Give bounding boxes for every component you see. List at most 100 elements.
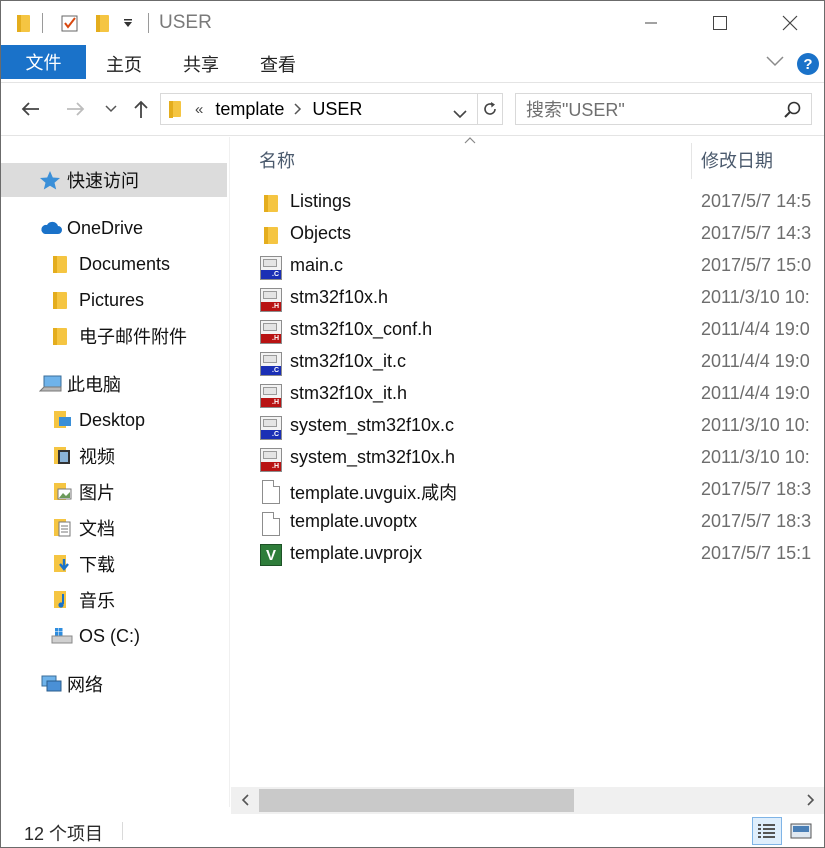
tab-home[interactable]: 主页 — [106, 45, 142, 83]
file-name: Listings — [290, 191, 352, 211]
file-row[interactable]: .C stm32f10x_it.c 2011/4/4 19:0 — [231, 347, 824, 379]
search-input[interactable]: 搜索"USER" — [526, 96, 625, 122]
search-box[interactable]: 搜索"USER" — [515, 93, 812, 125]
explorer-window: USER 文件 主页 共享 查看 ? « template USER 搜索"US… — [0, 0, 825, 848]
window-title: USER — [159, 12, 212, 33]
sidebar-item-label: OS (C:) — [79, 625, 140, 646]
downloads-folder-icon — [54, 555, 69, 572]
up-button[interactable] — [129, 96, 153, 122]
details-view-icon — [758, 824, 775, 838]
customize-quick-access-icon[interactable] — [119, 11, 137, 35]
file-date: 2017/5/7 18:3 — [701, 511, 812, 531]
item-count: 12 个项目 — [24, 824, 104, 844]
details-view-button[interactable] — [752, 817, 782, 845]
sidebar-item-label: Desktop — [79, 409, 146, 430]
column-header-date[interactable]: 修改日期 — [701, 147, 773, 173]
h-file-icon: .H — [260, 384, 282, 408]
sidebar-item-os-drive[interactable]: OS (C:) — [51, 619, 140, 653]
scrollbar-thumb[interactable] — [259, 789, 574, 812]
file-list: 名称 修改日期 Listings 2017/5/7 14:5 Objects 2… — [231, 137, 824, 787]
sidebar-item-this-pc[interactable]: 此电脑 — [39, 367, 121, 401]
chevron-left-icon — [241, 794, 249, 806]
file-row[interactable]: template.uvoptx 2017/5/7 18:3 — [231, 507, 824, 539]
file-name: system_stm32f10x.h — [290, 447, 456, 467]
sidebar-item-pictures[interactable]: Pictures — [53, 283, 144, 317]
refresh-button[interactable] — [477, 93, 503, 125]
file-row[interactable]: .C main.c 2017/5/7 15:0 — [231, 251, 824, 283]
video-folder-icon — [54, 447, 70, 464]
large-icons-view-button[interactable] — [786, 817, 816, 845]
help-button[interactable]: ? — [797, 53, 819, 75]
file-row[interactable]: V template.uvprojx 2017/5/7 15:1 — [231, 539, 824, 571]
pictures-folder-icon — [54, 483, 72, 500]
sidebar-item-quick-access[interactable]: 快速访问 — [1, 163, 227, 197]
file-row[interactable]: .H system_stm32f10x.h 2011/3/10 10: — [231, 443, 824, 475]
forward-button[interactable] — [64, 96, 88, 122]
file-row[interactable]: .H stm32f10x.h 2011/3/10 10: — [231, 283, 824, 315]
ribbon-bar: 文件 主页 共享 查看 ? — [1, 45, 824, 83]
c-file-icon: .C — [260, 352, 282, 376]
refresh-icon — [484, 102, 496, 115]
sidebar-item-label: 图片 — [79, 483, 115, 503]
large-icons-view-icon — [790, 823, 812, 839]
scroll-right-button[interactable] — [801, 790, 821, 810]
breadcrumb-chevron-icon[interactable] — [294, 99, 302, 120]
file-row[interactable]: .H stm32f10x_it.h 2011/4/4 19:0 — [231, 379, 824, 411]
arrow-up-icon — [134, 100, 148, 118]
document-icon — [260, 512, 282, 536]
sidebar-item-downloads[interactable]: 下载 — [53, 547, 115, 581]
file-row[interactable]: .C system_stm32f10x.c 2011/3/10 10: — [231, 411, 824, 443]
computer-icon — [39, 375, 62, 392]
sidebar-item-music[interactable]: 音乐 — [53, 583, 115, 617]
address-history-icon[interactable] — [453, 103, 467, 124]
document-icon — [260, 480, 282, 504]
sidebar-item-documents[interactable]: Documents — [53, 247, 170, 281]
sidebar-item-network[interactable]: 网络 — [39, 667, 103, 701]
sidebar-item-videos[interactable]: 视频 — [53, 439, 115, 473]
address-bar[interactable]: « template USER — [160, 93, 478, 125]
file-name: system_stm32f10x.c — [290, 415, 455, 435]
file-name: main.c — [290, 255, 344, 275]
sidebar-item-desktop[interactable]: Desktop — [53, 403, 145, 437]
file-date: 2011/3/10 10: — [701, 287, 810, 307]
maximize-button[interactable] — [685, 1, 755, 45]
tab-file[interactable]: 文件 — [1, 45, 86, 79]
file-name: stm32f10x.h — [290, 287, 389, 307]
breadcrumb-template[interactable]: template — [215, 99, 284, 120]
sidebar-item-documents-pc[interactable]: 文档 — [53, 511, 115, 545]
breadcrumb-user[interactable]: USER — [312, 99, 362, 120]
tab-view[interactable]: 查看 — [260, 45, 296, 83]
file-name: template.uvoptx — [290, 511, 418, 531]
file-row[interactable]: Objects 2017/5/7 14:3 — [231, 219, 824, 251]
minimize-button[interactable] — [616, 1, 686, 45]
chevron-right-icon — [807, 794, 815, 806]
properties-icon[interactable] — [58, 11, 82, 35]
sidebar-item-pictures-pc[interactable]: 图片 — [53, 475, 115, 509]
horizontal-scrollbar[interactable] — [231, 787, 824, 814]
folder-icon — [53, 255, 67, 273]
music-folder-icon — [54, 591, 66, 608]
h-file-icon: .H — [260, 320, 282, 344]
scroll-left-button[interactable] — [235, 790, 255, 810]
file-date: 2017/5/7 15:1 — [701, 543, 812, 563]
sidebar-item-onedrive[interactable]: OneDrive — [39, 211, 143, 245]
column-header-name[interactable]: 名称 — [259, 147, 295, 173]
recent-locations-button[interactable] — [99, 96, 123, 122]
file-row[interactable]: template.uvguix.咸肉 2017/5/7 18:3 — [231, 475, 824, 507]
close-button[interactable] — [755, 1, 824, 45]
back-button[interactable] — [18, 96, 42, 122]
new-folder-icon[interactable] — [92, 11, 112, 35]
expand-ribbon-button[interactable] — [766, 51, 784, 72]
tab-share[interactable]: 共享 — [183, 45, 219, 83]
file-row[interactable]: .H stm32f10x_conf.h 2011/4/4 19:0 — [231, 315, 824, 347]
breadcrumb-overflow[interactable]: « — [195, 101, 203, 118]
search-icon[interactable] — [784, 101, 801, 123]
column-divider[interactable] — [691, 143, 692, 179]
file-date: 2011/4/4 19:0 — [701, 351, 810, 371]
folder-icon — [260, 224, 282, 248]
sidebar-item-email-attachments[interactable]: 电子邮件附件 — [53, 319, 187, 353]
file-name: template.uvprojx — [290, 543, 423, 563]
file-row[interactable]: Listings 2017/5/7 14:5 — [231, 187, 824, 219]
title-separator — [148, 13, 149, 33]
sidebar-item-label: 电子邮件附件 — [79, 327, 187, 347]
